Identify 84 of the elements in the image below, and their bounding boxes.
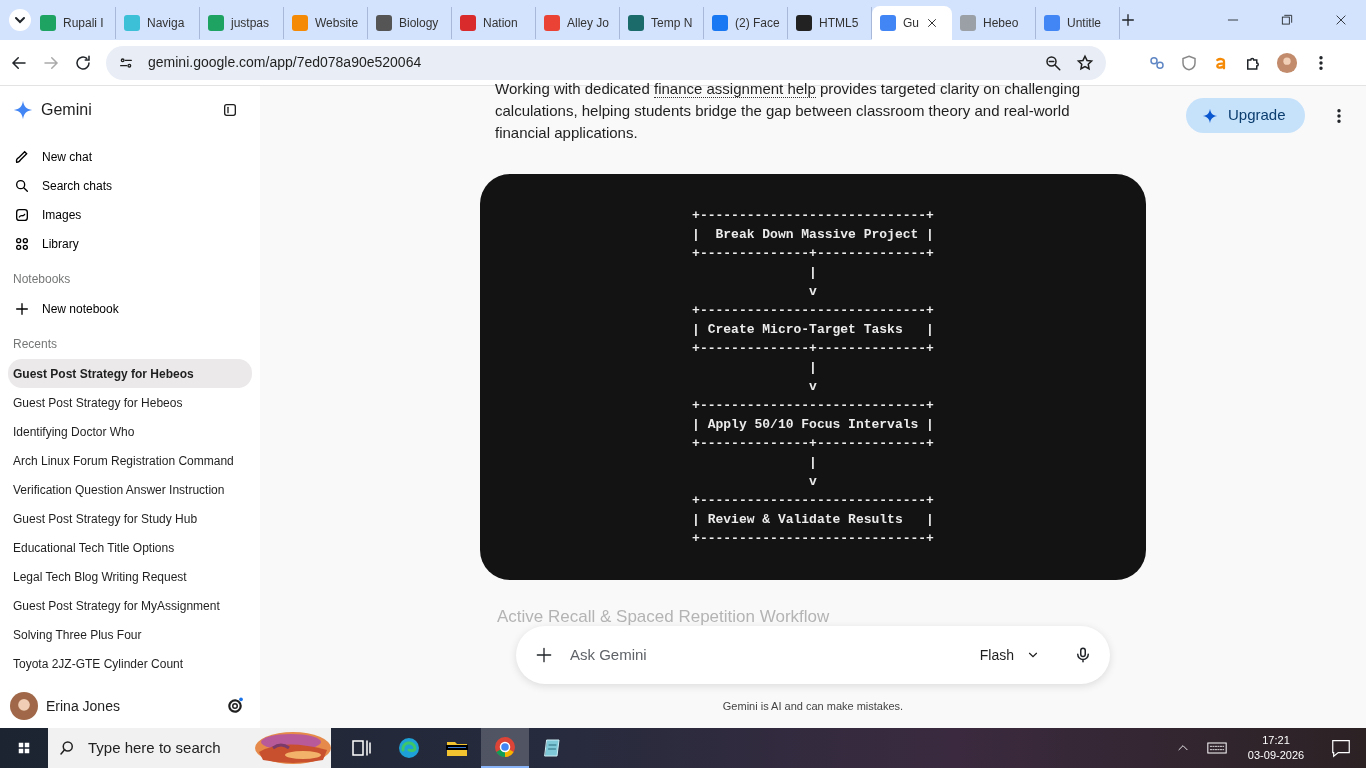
recent-chat-item[interactable]: Guest Post Strategy for Hebeos bbox=[8, 359, 252, 388]
upgrade-button[interactable]: Upgrade bbox=[1186, 98, 1305, 133]
browser-tab[interactable]: justpas bbox=[200, 7, 284, 39]
recent-chat-item[interactable]: Arch Linux Forum Registration Command bbox=[8, 446, 252, 475]
browser-tab[interactable]: Untitle bbox=[1036, 7, 1120, 39]
tab-title: Alley Jo bbox=[567, 15, 610, 32]
search-icon bbox=[58, 739, 76, 757]
url-text: gemini.google.com/app/7ed078a90e520064 bbox=[148, 53, 423, 72]
ascii-diagram: +-----------------------------+ | Break Down Massive Project | +--------------+--------------+ | v +-----------------------------+ | Create Micro-Target Tasks | +--------------+--------------+ | v +-----------------------------+ | Apply 50/10 Focus Intervals | +--------------+--------------+ | v +-----------------------------+ | Review & Validate Results | +-----------------------------+ bbox=[692, 207, 934, 548]
shield-icon[interactable] bbox=[1180, 53, 1198, 72]
browser-tab[interactable]: Alley Jo bbox=[536, 7, 620, 39]
tab-title: HTML5 bbox=[819, 15, 859, 32]
new-notebook-item[interactable]: New notebook bbox=[8, 294, 252, 323]
plus-icon bbox=[14, 300, 30, 317]
taskbar-search-field[interactable]: Type here to search bbox=[48, 728, 331, 768]
reload-icon[interactable] bbox=[74, 53, 92, 72]
clock-time: 17:21 bbox=[1261, 733, 1291, 748]
clock-date: 03-09-2026 bbox=[1246, 748, 1306, 763]
browser-tab[interactable]: Website bbox=[284, 7, 368, 39]
notification-icon[interactable] bbox=[1330, 737, 1352, 759]
restore-icon[interactable] bbox=[1280, 13, 1294, 27]
section-heading: Notebooks bbox=[12, 271, 72, 288]
address-bar[interactable]: gemini.google.com/app/7ed078a90e520064 bbox=[106, 45, 1106, 80]
browser-tab[interactable]: (2) Face bbox=[704, 7, 788, 39]
tab-title: Biology bbox=[399, 15, 439, 32]
tab-title: Temp N bbox=[651, 15, 693, 32]
microphone-icon[interactable] bbox=[1074, 646, 1092, 664]
pencil-icon bbox=[14, 148, 30, 165]
recent-chat-item[interactable]: Educational Tech Title Options bbox=[8, 533, 252, 562]
browser-tab[interactable]: Hebeo bbox=[952, 7, 1036, 39]
recent-chat-item[interactable]: Toyota 2JZ-GTE Cylinder Count bbox=[8, 649, 252, 678]
browser-tab[interactable]: HTML5 bbox=[788, 7, 872, 39]
nav-item[interactable]: Images bbox=[8, 200, 252, 229]
close-icon[interactable] bbox=[1334, 13, 1348, 27]
clock[interactable]: 17:21 03-09-2026 bbox=[1238, 733, 1314, 763]
star-icon[interactable] bbox=[1076, 53, 1094, 72]
browser-tab[interactable]: Naviga bbox=[116, 7, 200, 39]
tab-title: Untitle bbox=[1067, 15, 1101, 32]
tab-title: justpas bbox=[231, 15, 270, 32]
browser-tab[interactable]: Rupali I bbox=[32, 7, 116, 39]
image-icon bbox=[14, 206, 30, 223]
model-selector[interactable]: Flash bbox=[973, 643, 1046, 667]
avatar-icon[interactable] bbox=[10, 692, 38, 720]
recent-chat-item[interactable]: Legal Tech Blog Writing Request bbox=[8, 562, 252, 591]
plus-icon[interactable] bbox=[534, 645, 554, 665]
tab-list-icon[interactable] bbox=[8, 8, 32, 32]
app-title: Gemini bbox=[41, 100, 93, 120]
browser-tab[interactable]: Gu bbox=[872, 6, 952, 40]
edge-icon bbox=[397, 736, 421, 760]
new-tab-icon[interactable] bbox=[1120, 12, 1136, 28]
recent-chat-item[interactable]: Guest Post Strategy for MyAssignment bbox=[8, 591, 252, 620]
paragraph-text: Working with dedicated finance assignment help provides targeted clarity on challenging calculations, helping students bridge the gap between classroom theory and real-world financial applications. bbox=[495, 79, 1082, 143]
sidebar-toggle-icon[interactable] bbox=[222, 102, 238, 118]
browser-tab[interactable]: Biology bbox=[368, 7, 452, 39]
avatar-icon[interactable] bbox=[1276, 51, 1298, 74]
nav-item[interactable]: New chat bbox=[8, 142, 252, 171]
tab-title: Naviga bbox=[147, 15, 185, 32]
close-icon[interactable] bbox=[926, 17, 938, 29]
nav-item[interactable]: Library bbox=[8, 229, 252, 258]
disclaimer-text: Gemini is AI and can make mistakes. bbox=[721, 699, 905, 714]
zoom-icon[interactable] bbox=[1044, 53, 1062, 72]
tab-title: Nation bbox=[483, 15, 518, 32]
grid-icon bbox=[14, 235, 30, 252]
recent-chat-item[interactable]: Solving Three Plus Four bbox=[8, 620, 252, 649]
tab-title: Website bbox=[315, 15, 359, 32]
user-name: Erina Jones bbox=[46, 696, 121, 716]
tab-title: Hebeo bbox=[983, 15, 1019, 32]
section-heading: Recents bbox=[12, 336, 59, 353]
browser-tab[interactable]: Nation bbox=[452, 7, 536, 39]
browser-tab[interactable]: Temp N bbox=[620, 7, 704, 39]
text-link[interactable]: finance assignment help bbox=[654, 80, 816, 98]
prompt-field[interactable]: Ask Gemini Flash bbox=[516, 626, 1110, 684]
recent-chat-item[interactable]: Identifying Doctor Who bbox=[8, 417, 252, 446]
search-icon bbox=[14, 177, 30, 194]
recent-chat-item[interactable]: Guest Post Strategy for Hebeos bbox=[8, 388, 252, 417]
recent-chat-item[interactable]: Guest Post Strategy for Study Hub bbox=[8, 504, 252, 533]
tab-title: Gu bbox=[903, 15, 919, 32]
tab-title: Rupali I bbox=[63, 15, 104, 32]
gemini-logo-icon bbox=[13, 100, 33, 120]
recent-chat-item[interactable]: Verification Question Answer Instruction bbox=[8, 475, 252, 504]
chrome-icon bbox=[493, 735, 517, 759]
tab-title: (2) Face bbox=[735, 15, 780, 32]
nav-item[interactable]: Search chats bbox=[8, 171, 252, 200]
section-heading: Active Recall & Spaced Repetition Workflow bbox=[497, 606, 830, 628]
